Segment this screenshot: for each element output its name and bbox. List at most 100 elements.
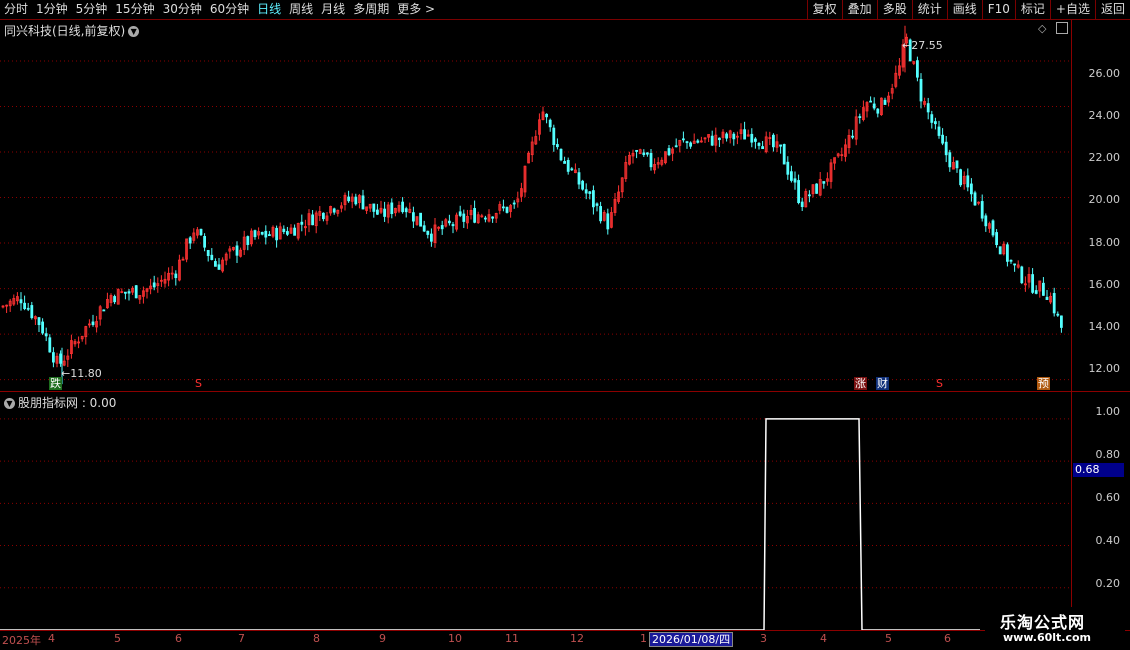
candle-body <box>134 285 138 299</box>
candle-body <box>1020 266 1024 284</box>
tab-weekly[interactable]: 周线 <box>285 0 317 19</box>
candle-body <box>419 212 423 227</box>
candle-body <box>710 135 714 146</box>
stats-button[interactable]: 统计 <box>911 0 947 19</box>
candle-body <box>23 302 27 310</box>
candle-body <box>199 228 203 236</box>
candle-body <box>757 142 761 146</box>
month-tick: 5 <box>885 632 892 645</box>
month-tick: 10 <box>448 632 462 645</box>
candle-body <box>401 201 405 213</box>
back-button[interactable]: 返回 <box>1094 0 1130 19</box>
candle-body <box>966 175 970 188</box>
candle-body <box>188 237 192 244</box>
price-chart[interactable] <box>0 20 1071 391</box>
candle-body <box>372 203 376 212</box>
candle-body <box>649 152 653 168</box>
candle-body <box>682 138 685 141</box>
tab-15min[interactable]: 15分钟 <box>111 0 158 19</box>
tab-more[interactable]: 更多 > <box>393 0 439 19</box>
candle-body <box>646 152 649 155</box>
candle-body <box>984 215 988 227</box>
adjust-button[interactable]: 复权 <box>806 0 842 19</box>
tab-5min[interactable]: 5分钟 <box>72 0 112 19</box>
tab-daily[interactable]: 日线 <box>253 0 285 19</box>
candle-body <box>566 159 570 172</box>
candle-body <box>926 103 930 113</box>
candle-body <box>383 208 387 217</box>
candle-body <box>361 195 365 210</box>
candle-body <box>473 208 477 223</box>
candle-body <box>545 113 548 118</box>
candle-body <box>761 146 764 150</box>
candle-body <box>732 133 736 140</box>
candle-body <box>883 99 887 105</box>
candle-body <box>321 212 325 220</box>
candle-body <box>347 196 351 202</box>
candle-body <box>642 152 646 156</box>
indicator-label: 0.80 <box>1095 448 1121 461</box>
candle-body <box>275 227 279 241</box>
candle-body <box>52 352 55 363</box>
multi-stock-button[interactable]: 多股 <box>876 0 912 19</box>
month-tick: 6 <box>944 632 951 645</box>
candle-body <box>606 213 610 230</box>
main-right-border <box>1071 20 1072 630</box>
candle-body <box>203 236 207 248</box>
candle-body <box>754 138 757 142</box>
candle-body <box>260 231 264 235</box>
candle-body <box>948 152 952 168</box>
candle-body <box>563 161 566 164</box>
candle-body <box>667 148 671 156</box>
tab-60min[interactable]: 60分钟 <box>206 0 253 19</box>
candle-body <box>559 148 563 161</box>
xaxis-divider <box>0 630 1130 631</box>
price-label: 24.00 <box>1088 109 1121 122</box>
candle-body <box>411 212 415 222</box>
mark-button[interactable]: 标记 <box>1014 0 1050 19</box>
tab-monthly[interactable]: 月线 <box>317 0 349 19</box>
candle-body <box>556 144 559 148</box>
candle-body <box>822 181 826 184</box>
tab-30min[interactable]: 30分钟 <box>159 0 206 19</box>
candle-body <box>152 282 156 288</box>
tab-1min[interactable]: 1分钟 <box>32 0 72 19</box>
overlay-button[interactable]: 叠加 <box>841 0 877 19</box>
marker-s[interactable]: S <box>194 377 203 390</box>
price-label: 22.00 <box>1088 151 1121 164</box>
candle-body <box>782 144 786 165</box>
indicator-chart[interactable] <box>0 392 1071 630</box>
top-toolbar: 分时 1分钟 5分钟 15分钟 30分钟 60分钟 日线 周线 月线 多周期 更… <box>0 0 1130 20</box>
tab-multi-period[interactable]: 多周期 <box>349 0 393 19</box>
candle-body <box>429 233 433 242</box>
indicator-line <box>0 418 980 630</box>
marker-s[interactable]: S <box>935 377 944 390</box>
candle-body <box>588 191 592 194</box>
candle-body <box>451 224 455 227</box>
tab-intraday[interactable]: 分时 <box>0 0 32 19</box>
candle-body <box>941 134 944 144</box>
month-tick: 6 <box>175 632 182 645</box>
candle-body <box>872 103 876 109</box>
candle-body <box>685 141 689 144</box>
draw-line-button[interactable]: 画线 <box>946 0 982 19</box>
f10-button[interactable]: F10 <box>981 0 1015 19</box>
candle-body <box>113 296 116 303</box>
marker-fall[interactable]: 跌 <box>49 377 62 390</box>
candle-body <box>505 206 509 213</box>
candle-body <box>991 220 995 236</box>
indicator-label: 0.20 <box>1095 577 1121 590</box>
marker-finance[interactable]: 财 <box>876 377 889 390</box>
candle-body <box>332 208 336 213</box>
candle-body <box>779 144 782 147</box>
candle-body <box>458 211 462 216</box>
watermark-title: 乐淘公式网 <box>1000 613 1086 632</box>
candle-body <box>696 140 700 143</box>
candle-body <box>390 202 394 215</box>
candle-body <box>285 231 289 235</box>
candle-body <box>26 307 30 310</box>
marker-forecast[interactable]: 预 <box>1037 377 1050 390</box>
candle-body <box>440 225 444 230</box>
marker-rise[interactable]: 涨 <box>854 377 867 390</box>
add-watchlist-button[interactable]: +自选 <box>1049 0 1095 19</box>
